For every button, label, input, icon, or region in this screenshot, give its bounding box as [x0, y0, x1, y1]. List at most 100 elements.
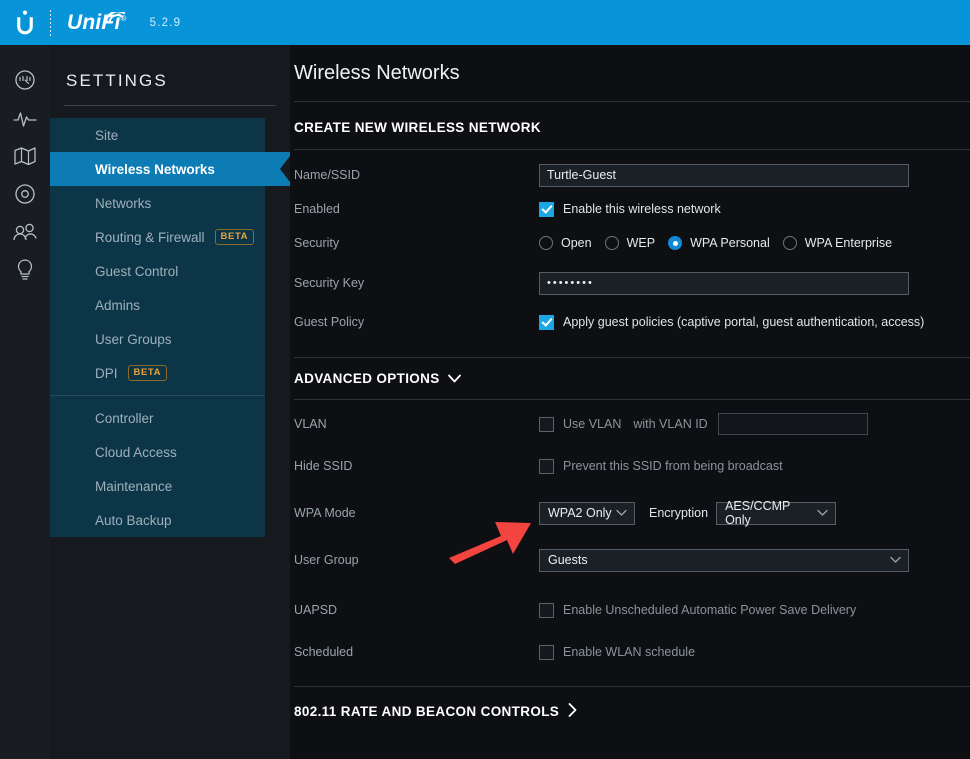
- dashboard-gauge-icon[interactable]: [0, 61, 50, 99]
- advanced-options-toggle[interactable]: ADVANCED OPTIONS: [294, 358, 970, 386]
- security-option-wpa-enterprise[interactable]: WPA Enterprise: [782, 236, 893, 250]
- menu-label: DPI: [95, 365, 118, 381]
- menu-label: User Groups: [95, 331, 172, 347]
- statistics-pulse-icon[interactable]: [0, 99, 50, 137]
- row-security: Security Open WEP WPA Personal WPA Enter…: [294, 226, 970, 260]
- encryption-value: AES/CCMP Only: [725, 499, 791, 527]
- row-security-key: Security Key: [294, 266, 970, 300]
- sidebar-item-auto-backup[interactable]: Auto Backup: [50, 503, 265, 537]
- rate-beacon-controls-toggle[interactable]: 802.11 RATE AND BEACON CONTROLS: [294, 703, 970, 720]
- label-hide-ssid: Hide SSID: [294, 459, 353, 473]
- sidebar-item-wireless-networks[interactable]: Wireless Networks: [50, 152, 293, 186]
- sidebar-item-admins[interactable]: Admins: [50, 288, 265, 322]
- sidebar-item-cloud-access[interactable]: Cloud Access: [50, 435, 265, 469]
- user-group-dropdown[interactable]: Guests: [539, 548, 909, 572]
- row-wpa-mode: WPA Mode WPA2 Only Encryption AES/CCMP O…: [294, 496, 970, 530]
- row-scheduled: Scheduled Enable WLAN schedule: [294, 635, 970, 669]
- scheduled-checkbox[interactable]: [539, 644, 554, 660]
- hide-ssid-label: Prevent this SSID from being broadcast: [563, 459, 783, 473]
- radio-wep-label: WEP: [626, 236, 656, 250]
- radio-wep[interactable]: [604, 236, 619, 250]
- use-vlan-label: Use VLAN: [563, 417, 622, 431]
- menu-label: Wireless Networks: [95, 161, 215, 177]
- sidebar-item-maintenance[interactable]: Maintenance: [50, 469, 265, 503]
- unifi-wordmark: UniFi®: [67, 9, 127, 35]
- label-guest-policy: Guest Policy: [294, 315, 365, 329]
- uapsd-checkbox[interactable]: [539, 602, 554, 618]
- row-enabled: Enabled Enable this wireless network: [294, 192, 970, 226]
- radio-wpa-enterprise-label: WPA Enterprise: [804, 236, 893, 250]
- rate-beacon-top-divider: [294, 686, 970, 687]
- guest-policy-label: Apply guest policies (captive portal, gu…: [563, 315, 925, 329]
- ssid-input[interactable]: [539, 163, 909, 187]
- menu-label: Guest Control: [95, 263, 179, 279]
- sidebar-item-site[interactable]: Site: [50, 118, 265, 152]
- section-label: CREATE NEW WIRELESS NETWORK: [294, 120, 541, 135]
- beta-badge: BETA: [214, 229, 255, 245]
- rate-beacon-label: 802.11 RATE AND BEACON CONTROLS: [294, 704, 560, 719]
- use-vlan-checkbox[interactable]: [539, 416, 554, 432]
- row-guest-policy: Guest Policy Apply guest policies (capti…: [294, 305, 970, 339]
- chevron-down-icon: [890, 556, 901, 564]
- wpa-mode-dropdown[interactable]: WPA2 Only: [539, 501, 635, 525]
- label-vlan: VLAN: [294, 417, 327, 431]
- label-uapsd: UAPSD: [294, 603, 338, 617]
- insights-bulb-icon[interactable]: [0, 251, 50, 289]
- label-security: Security: [294, 236, 340, 250]
- row-vlan: VLAN Use VLAN with VLAN ID: [294, 407, 970, 441]
- uapsd-label: Enable Unscheduled Automatic Power Save …: [563, 603, 857, 617]
- sidebar-item-networks[interactable]: Networks: [50, 186, 265, 220]
- topbar-divider: [50, 9, 51, 36]
- enable-network-label: Enable this wireless network: [563, 202, 721, 216]
- sidebar-item-controller[interactable]: Controller: [50, 401, 265, 435]
- menu-label: Networks: [95, 195, 152, 211]
- settings-divider: [64, 105, 276, 106]
- radio-wpa-personal-label: WPA Personal: [690, 236, 770, 250]
- menu-label: Cloud Access: [95, 444, 177, 460]
- label-wpa-mode: WPA Mode: [294, 506, 356, 520]
- sidebar-item-dpi[interactable]: DPI BETA: [50, 356, 265, 390]
- enable-network-checkbox[interactable]: [539, 201, 554, 217]
- unifi-controller-window: UniFi® 5.2.9 SETTINGS Site Wireless Netw…: [0, 0, 970, 759]
- wpa-mode-value: WPA2 Only: [548, 506, 612, 520]
- menu-label: Controller: [95, 410, 154, 426]
- radio-wpa-personal[interactable]: [668, 236, 683, 250]
- radio-open[interactable]: [539, 236, 553, 250]
- security-key-input[interactable]: [539, 271, 909, 295]
- encryption-label: Encryption: [649, 506, 709, 520]
- clients-people-icon[interactable]: [0, 213, 50, 251]
- guest-policy-checkbox[interactable]: [539, 314, 554, 330]
- sidebar-item-routing-firewall[interactable]: Routing & Firewall BETA: [50, 220, 265, 254]
- menu-label: Admins: [95, 297, 141, 313]
- devices-target-icon[interactable]: [0, 175, 50, 213]
- settings-panel: SETTINGS Site Wireless Networks Networks…: [50, 45, 293, 759]
- icon-rail: [0, 45, 50, 759]
- wifi-arc-icon: [104, 6, 126, 30]
- menu-label: Site: [95, 127, 119, 143]
- sidebar-item-guest-control[interactable]: Guest Control: [50, 254, 265, 288]
- label-scheduled: Scheduled: [294, 645, 354, 659]
- vlan-id-input[interactable]: [717, 413, 868, 435]
- settings-menu: Site Wireless Networks Networks Routing …: [50, 118, 293, 537]
- section-divider: [294, 149, 970, 150]
- encryption-dropdown[interactable]: AES/CCMP Only: [716, 499, 837, 527]
- menu-group-divider: [50, 395, 265, 396]
- radio-wpa-enterprise[interactable]: [782, 236, 797, 250]
- main-content: Wireless Networks CREATE NEW WIRELESS NE…: [290, 45, 970, 759]
- sidebar-item-user-groups[interactable]: User Groups: [50, 322, 265, 356]
- vlan-id-label: with VLAN ID: [633, 417, 708, 431]
- map-icon[interactable]: [0, 137, 50, 175]
- chevron-down-icon: [447, 374, 461, 383]
- label-name-ssid: Name/SSID: [294, 168, 360, 182]
- advanced-options-label: ADVANCED OPTIONS: [294, 371, 440, 386]
- menu-label: Routing & Firewall: [95, 229, 205, 245]
- hide-ssid-checkbox[interactable]: [539, 458, 554, 474]
- label-enabled: Enabled: [294, 202, 340, 216]
- chevron-right-icon: [568, 703, 577, 720]
- security-option-wpa-personal[interactable]: WPA Personal: [668, 236, 770, 250]
- security-option-wep[interactable]: WEP: [604, 236, 656, 250]
- scheduled-label: Enable WLAN schedule: [563, 645, 696, 659]
- security-option-open[interactable]: Open: [539, 236, 592, 250]
- ubiquiti-u-logo-icon[interactable]: [0, 0, 50, 45]
- menu-label: Auto Backup: [95, 512, 172, 528]
